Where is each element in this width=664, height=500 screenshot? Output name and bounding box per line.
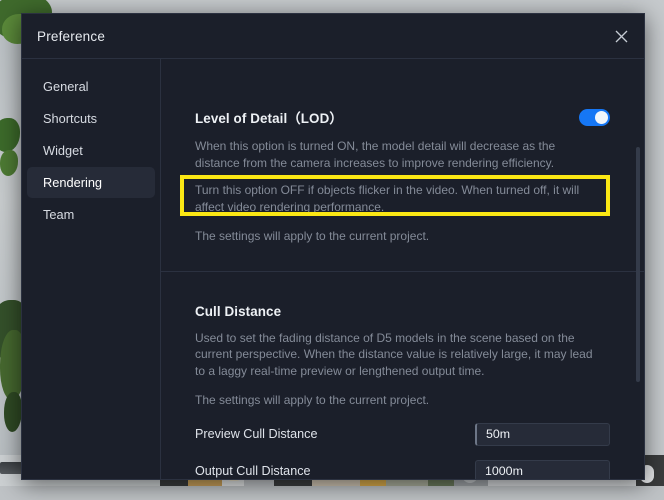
sidebar-item-general[interactable]: General [27, 71, 155, 102]
lod-highlighted-text: Turn this option OFF if objects flicker … [195, 183, 580, 214]
sidebar-item-team[interactable]: Team [27, 199, 155, 230]
content-scrollbar-track[interactable] [634, 59, 642, 479]
output-cull-distance-row: Output Cull Distance 1000m [195, 459, 610, 479]
output-cull-distance-input[interactable]: 1000m [475, 459, 610, 479]
preview-cull-distance-input[interactable]: 50m [475, 422, 610, 446]
lod-toggle[interactable] [579, 108, 610, 126]
sidebar-item-rendering[interactable]: Rendering [27, 167, 155, 198]
lod-description: When this option is turned ON, the model… [195, 139, 556, 170]
sidebar-item-label: General [43, 79, 89, 94]
preview-cull-distance-row: Preview Cull Distance 50m [195, 422, 610, 446]
section-cull-distance: Cull Distance Used to set the fading dis… [161, 270, 644, 479]
dialog-body: General Shortcuts Widget Rendering Team [22, 59, 644, 479]
lod-title: Level of Detail（LOD） [195, 111, 343, 126]
close-icon[interactable] [606, 21, 636, 51]
viewport-ground [0, 486, 664, 500]
cull-note: The settings will apply to the current p… [195, 393, 430, 407]
cull-title: Cull Distance [195, 303, 282, 319]
preview-cull-distance-label: Preview Cull Distance [195, 427, 318, 441]
sidebar-item-label: Widget [43, 143, 83, 158]
sidebar-item-widget[interactable]: Widget [27, 135, 155, 166]
sidebar-item-label: Shortcuts [43, 111, 98, 126]
lod-header: Level of Detail（LOD） [195, 107, 610, 127]
preference-dialog: Preference General Shortcuts Widget Rend… [21, 13, 645, 480]
sidebar-item-label: Rendering [43, 175, 103, 190]
settings-scroll-area: Level of Detail（LOD） When this option is… [161, 59, 644, 479]
settings-sidebar: General Shortcuts Widget Rendering Team [22, 59, 161, 479]
content-scrollbar-thumb[interactable] [636, 147, 640, 382]
section-level-of-detail: Level of Detail（LOD） When this option is… [161, 59, 644, 271]
settings-content: Level of Detail（LOD） When this option is… [161, 59, 644, 479]
cull-description: Used to set the fading distance of D5 mo… [195, 330, 593, 378]
output-cull-distance-label: Output Cull Distance [195, 464, 311, 478]
lod-note: The settings will apply to the current p… [195, 229, 430, 243]
lod-toggle-knob [595, 110, 608, 124]
page-title: Preference [37, 28, 106, 44]
dialog-titlebar: Preference [22, 14, 644, 59]
sidebar-item-label: Team [43, 207, 75, 222]
sidebar-item-shortcuts[interactable]: Shortcuts [27, 103, 155, 134]
